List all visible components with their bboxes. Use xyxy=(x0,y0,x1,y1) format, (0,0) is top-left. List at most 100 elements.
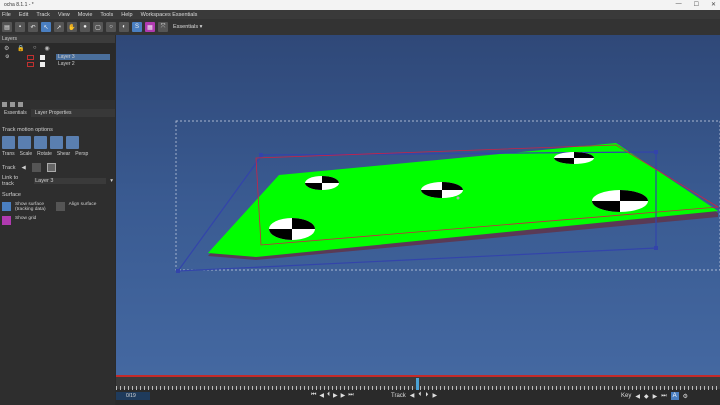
rotate-button[interactable] xyxy=(34,136,47,149)
workspace-dropdown[interactable]: Essentials ▾ xyxy=(173,24,202,30)
persp-label: Persp xyxy=(75,151,89,157)
viewer-canvas[interactable] xyxy=(116,35,720,375)
layer-color-swatch[interactable] xyxy=(27,54,34,60)
translation-button[interactable] xyxy=(2,136,15,149)
gear-icon[interactable]: ⚙ xyxy=(4,45,9,52)
play-icon[interactable]: ▶ xyxy=(333,392,338,399)
hand-tool-icon[interactable]: ✋ xyxy=(67,22,77,32)
color-icon[interactable]: ◉ xyxy=(45,45,50,52)
link-to-track-select[interactable]: Layer 3 xyxy=(34,178,107,184)
show-grid-button[interactable] xyxy=(2,216,11,225)
delete-layer-icon[interactable] xyxy=(18,102,23,107)
title-bar: ocha 8.1.1 - * — ☐ ✕ xyxy=(0,0,720,10)
show-surface-text: Show surface (tracking data) xyxy=(15,202,46,212)
save-icon[interactable]: ▪ xyxy=(15,22,25,32)
zoom-tool-icon[interactable]: ● xyxy=(80,22,90,32)
close-button[interactable]: ✕ xyxy=(711,1,716,8)
chevron-down-icon[interactable]: ▾ xyxy=(110,178,113,184)
perspective-button[interactable] xyxy=(66,136,79,149)
layer-color-swatch[interactable] xyxy=(27,61,34,67)
layers-panel-title: Layers xyxy=(2,36,18,42)
grid-tool-icon[interactable]: ▦ xyxy=(145,22,155,32)
circle-icon[interactable]: ○ xyxy=(33,45,37,52)
track-step-back-icon[interactable]: ⏴ xyxy=(418,392,421,399)
tab-essentials[interactable]: Essentials xyxy=(0,109,31,117)
transform-tool-icon[interactable]: ⤧ xyxy=(158,22,168,32)
tracking-marker xyxy=(554,152,594,164)
track-backward-icon[interactable]: ◀ xyxy=(22,165,26,171)
scene-svg xyxy=(175,120,720,273)
step-forward-icon[interactable]: ▶ xyxy=(341,392,346,399)
settings-icon[interactable]: ⚙ xyxy=(683,393,688,400)
menu-view[interactable]: View xyxy=(58,12,70,18)
center-point[interactable] xyxy=(456,196,460,200)
undo-icon[interactable]: ↶ xyxy=(28,22,38,32)
circle-tool-icon[interactable]: ○ xyxy=(106,22,116,32)
duplicate-layer-icon[interactable] xyxy=(10,102,15,107)
folder-icon[interactable]: ▤ xyxy=(2,22,12,32)
menu-tools[interactable]: Tools xyxy=(100,12,113,18)
menu-workspaces[interactable]: Workspaces Essentials xyxy=(141,12,198,18)
add-layer-icon[interactable] xyxy=(2,102,7,107)
track-motion-labels: Trans Scale Rotate Shear Persp xyxy=(2,151,113,157)
corner-handle[interactable] xyxy=(654,150,658,154)
arrow-tool-icon[interactable]: ➚ xyxy=(54,22,64,32)
key-forward-icon[interactable]: ▶ xyxy=(653,393,658,400)
menu-help[interactable]: Help xyxy=(121,12,132,18)
layer-name[interactable]: Layer 2 xyxy=(56,61,110,67)
surface-tool-icon[interactable]: S xyxy=(132,22,142,32)
ellipse-tool-icon[interactable]: ◐ xyxy=(119,22,129,32)
align-surface-button[interactable] xyxy=(55,202,65,211)
corner-handle[interactable] xyxy=(176,269,180,273)
window-controls: — ☐ ✕ xyxy=(676,1,716,8)
layer-visibility-box[interactable] xyxy=(40,61,45,67)
auto-key-button[interactable]: A xyxy=(670,392,679,400)
track-forward-button[interactable] xyxy=(46,163,56,172)
tab-layer-properties[interactable]: Layer Properties xyxy=(31,109,76,117)
maximize-button[interactable]: ☐ xyxy=(694,1,699,8)
lock-icon[interactable]: 🔒 xyxy=(17,45,24,52)
go-to-end-icon[interactable]: ⏭ xyxy=(348,392,353,399)
track-back-icon[interactable]: ◀ xyxy=(410,392,415,399)
key-controls: Key ◀ ◆ ▶ ⏭ A ⚙ xyxy=(621,392,688,400)
layer-row[interactable]: Layer 2 xyxy=(0,61,115,67)
key-end-icon[interactable]: ⏭ xyxy=(661,393,666,400)
layers-panel-header: Layers xyxy=(0,35,115,43)
gear-icon[interactable]: ⚙ xyxy=(5,54,9,60)
menu-file[interactable]: File xyxy=(2,12,11,18)
track-forward-icon[interactable]: ▶ xyxy=(432,392,437,399)
layer-name[interactable]: Layer 3 xyxy=(56,54,110,60)
menu-track[interactable]: Track xyxy=(36,12,50,18)
keyframe-icon[interactable]: ◆ xyxy=(644,393,649,400)
timeline-bar[interactable] xyxy=(116,375,720,390)
layer-actions xyxy=(0,100,115,109)
go-to-start-icon[interactable]: ⏮ xyxy=(311,392,316,399)
corner-handle[interactable] xyxy=(654,246,658,250)
shear-button[interactable] xyxy=(50,136,63,149)
track-controls: Track ◀ ⏴ ⏵ ▶ xyxy=(391,392,437,399)
rectangle-tool-icon[interactable]: ▢ xyxy=(93,22,103,32)
scale-button[interactable] xyxy=(18,136,31,149)
select-tool-icon[interactable]: ↖ xyxy=(41,22,51,32)
link-to-track-row: Link to track Layer 3 ▾ xyxy=(2,175,113,187)
layer-visibility-box[interactable] xyxy=(40,54,45,60)
frame-counter[interactable]: 0/19 xyxy=(116,392,150,400)
playhead[interactable] xyxy=(416,378,419,390)
step-back-icon[interactable]: ◀ xyxy=(319,392,324,399)
track-stop-button[interactable] xyxy=(31,163,41,172)
key-back-icon[interactable]: ◀ xyxy=(635,393,640,400)
show-surface-button[interactable] xyxy=(2,202,11,211)
left-panel: Layers ⚙ 🔒 ○ ◉ ⚙ Layer 3 Layer 2 Essenti… xyxy=(0,35,115,405)
tracking-marker xyxy=(592,190,648,212)
corner-handle[interactable] xyxy=(259,153,263,157)
layers-list: ⚙ 🔒 ○ ◉ ⚙ Layer 3 Layer 2 xyxy=(0,43,115,100)
minimize-button[interactable]: — xyxy=(676,1,682,8)
menu-edit[interactable]: Edit xyxy=(19,12,28,18)
menu-movie[interactable]: Movie xyxy=(78,12,93,18)
layer-row[interactable]: ⚙ Layer 3 xyxy=(0,54,115,60)
key-label: Key xyxy=(621,393,632,399)
track-row: Track ◀ xyxy=(2,163,113,172)
track-step-forward-icon[interactable]: ⏵ xyxy=(425,392,428,399)
transport-controls: ⏮ ◀ ⏴ ▶ ▶ ⏭ xyxy=(311,392,354,399)
play-back-icon[interactable]: ⏴ xyxy=(327,392,330,399)
